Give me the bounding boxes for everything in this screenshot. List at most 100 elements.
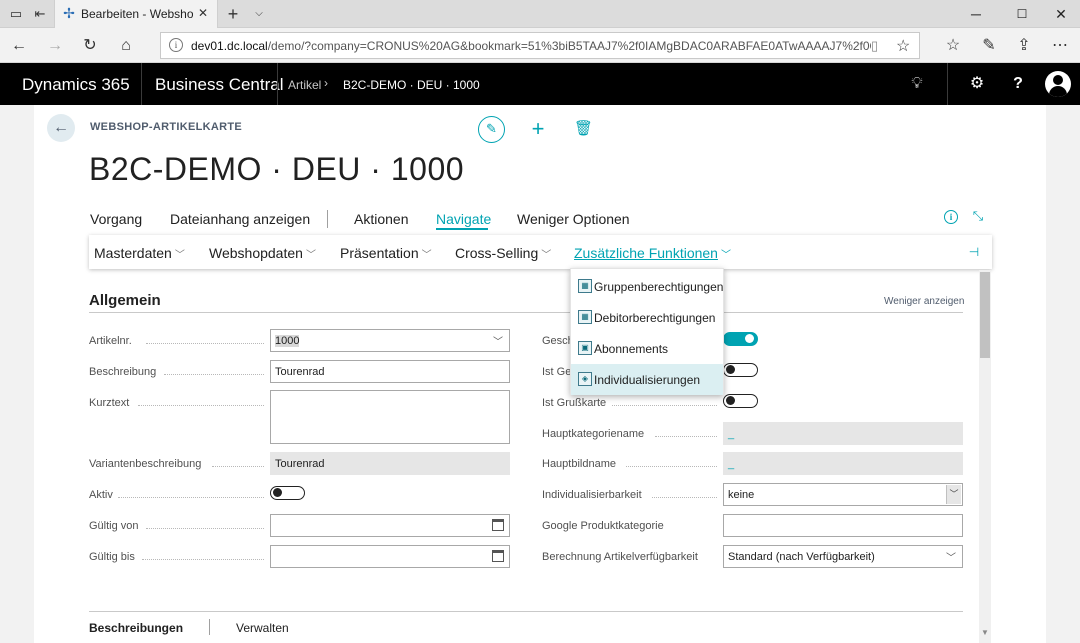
settings-gear-icon[interactable]: ⚙: [967, 74, 987, 94]
dropdown-item-individualisierungen[interactable]: ◈ Individualisierungen: [571, 364, 723, 395]
chevron-down-icon: ﹀: [541, 250, 552, 261]
ist-ge-toggle[interactable]: [723, 363, 758, 377]
edit-pencil-icon[interactable]: ✎: [478, 116, 505, 143]
scrollbar-thumb[interactable]: [980, 272, 990, 358]
menu-cross-selling[interactable]: Cross-Selling ﹀: [455, 245, 551, 261]
beschreibung-input[interactable]: Tourenrad: [270, 360, 510, 383]
chevron-down-icon: ﹀: [174, 250, 185, 261]
action-vorgang[interactable]: Vorgang: [90, 211, 142, 227]
page-caption: WEBSHOP-ARTIKELKARTE: [90, 121, 243, 133]
back-icon[interactable]: ←: [9, 36, 29, 56]
zusaetzliche-funktionen-dropdown: ▦ Gruppenberechtigungen ▦ Debitorberecht…: [570, 268, 724, 395]
individualisierbarkeit-select[interactable]: keine ﹀: [723, 483, 963, 506]
menu-webshopdaten[interactable]: Webshopdaten ﹀: [209, 245, 316, 261]
refresh-icon[interactable]: ↻: [80, 36, 100, 56]
scroll-down-icon[interactable]: ▼: [980, 628, 990, 638]
navigate-menu-bar: Masterdaten ﹀ Webshopdaten ﹀ Präsentation ﹀…: [89, 235, 992, 269]
chevron-down-icon: ﹀: [720, 250, 731, 261]
ist-grusskarte-toggle[interactable]: [723, 394, 758, 408]
kurztext-textarea[interactable]: [270, 390, 510, 444]
hauptbildname-field[interactable]: _: [723, 452, 963, 475]
chevron-down-icon[interactable]: ﹀: [946, 485, 961, 504]
label-variantenbeschreibung: Variantenbeschreibung: [89, 458, 202, 470]
chevron-down-icon: ﹀: [305, 250, 316, 261]
close-tab-icon[interactable]: ✕: [198, 6, 208, 20]
reading-view-icon[interactable]: ▯: [871, 38, 878, 54]
app-name[interactable]: Business Central: [155, 75, 284, 95]
maximize-icon[interactable]: ☐: [1012, 4, 1032, 24]
product-name[interactable]: Dynamics 365: [22, 75, 130, 95]
chevron-down-icon: ﹀: [421, 250, 432, 261]
dropdown-item-debitorberechtigungen[interactable]: ▦ Debitorberechtigungen: [571, 302, 723, 333]
favorite-star-icon[interactable]: ☆: [896, 36, 910, 56]
action-dateianhang[interactable]: Dateianhang anzeigen: [170, 211, 310, 227]
hauptkategoriename-field[interactable]: _: [723, 422, 963, 445]
back-arrow-icon[interactable]: ←: [47, 114, 75, 142]
dropdown-item-gruppenberechtigungen[interactable]: ▦ Gruppenberechtigungen: [571, 271, 723, 302]
chevron-down-icon: ﹀: [493, 337, 503, 348]
chevron-down-icon: ﹀: [946, 553, 956, 564]
section-divider: [89, 312, 963, 313]
delete-trash-icon[interactable]: 🗑︎: [574, 118, 593, 140]
menu-praesentation[interactable]: Präsentation ﹀: [340, 245, 432, 261]
action-weniger-optionen[interactable]: Weniger Optionen: [517, 211, 630, 227]
bottom-tab-divider: [209, 619, 210, 635]
show-less-link[interactable]: Weniger anzeigen: [884, 296, 964, 307]
calendar-icon[interactable]: [492, 550, 504, 562]
dropdown-item-abonnements[interactable]: ▣ Abonnements: [571, 333, 723, 364]
gueltig-von-date-input[interactable]: [270, 514, 510, 537]
favorites-hub-icon[interactable]: ☆: [943, 36, 963, 56]
breadcrumb-current: B2C-DEMO · DEU · 1000: [343, 78, 480, 92]
url-field[interactable]: i dev01.dc.local/demo/?company=CRONUS%20…: [160, 32, 920, 59]
action-divider: [327, 210, 328, 228]
active-tab-underline: [436, 228, 488, 230]
menu-masterdaten[interactable]: Masterdaten ﹀: [94, 245, 185, 261]
action-navigate[interactable]: Navigate: [436, 211, 491, 227]
url-text: dev01.dc.local/demo/?company=CRONUS%20AG…: [191, 39, 871, 53]
aktiv-toggle[interactable]: [270, 486, 305, 500]
label-hauptbildname: Hauptbildname: [542, 458, 616, 470]
user-avatar-icon[interactable]: [1045, 71, 1071, 97]
gesch-toggle[interactable]: [723, 332, 758, 346]
menu-zusaetzliche-funktionen[interactable]: Zusätzliche Funktionen ﹀: [574, 245, 731, 261]
share-icon[interactable]: ⇪: [1014, 36, 1034, 56]
label-aktiv: Aktiv: [89, 489, 113, 501]
more-icon[interactable]: ⋯: [1050, 36, 1070, 56]
collapse-icon[interactable]: ⤡: [970, 207, 986, 225]
forward-icon[interactable]: →: [45, 36, 65, 56]
section-verwalten[interactable]: Verwalten: [236, 621, 289, 635]
new-tab-icon[interactable]: +: [225, 5, 241, 23]
artikelnr-select[interactable]: 1000 ﹀: [270, 329, 510, 352]
calendar-icon[interactable]: [492, 519, 504, 531]
tag-icon: ◈: [578, 372, 592, 386]
pen-notes-icon[interactable]: ✎: [979, 36, 999, 56]
label-gueltig-von: Gültig von: [89, 520, 139, 532]
action-aktionen[interactable]: Aktionen: [354, 211, 408, 227]
help-icon[interactable]: ?: [1008, 74, 1028, 94]
google-produktkategorie-input[interactable]: [723, 514, 963, 537]
subscription-icon: ▣: [578, 341, 592, 355]
browser-tab-active[interactable]: ✢ Bearbeiten - Webshop-Ar ✕: [54, 0, 218, 28]
page-title: B2C-DEMO · DEU · 1000: [89, 151, 465, 187]
set-aside-tabs-icon[interactable]: ⇤: [32, 6, 48, 22]
section-beschreibungen[interactable]: Beschreibungen: [89, 621, 183, 635]
label-ist-grusskarte: Ist Grußkarte: [542, 397, 607, 409]
site-info-icon[interactable]: i: [169, 38, 183, 52]
label-individualisierbarkeit: Individualisierbarkeit: [542, 489, 642, 501]
info-icon[interactable]: i: [944, 210, 958, 224]
berechnung-artikelverfuegbarkeit-select[interactable]: Standard (nach Verfügbarkeit) ﹀: [723, 545, 963, 568]
tab-preview-chevron-icon[interactable]: ⌵: [251, 6, 267, 22]
bottom-divider: [89, 611, 963, 612]
minimize-icon[interactable]: ─: [966, 4, 986, 24]
tab-list-icon[interactable]: ▭: [8, 6, 24, 22]
window-close-icon[interactable]: ✕: [1051, 4, 1071, 24]
pin-icon[interactable]: ⊣: [966, 244, 982, 260]
section-title[interactable]: Allgemein: [89, 292, 161, 309]
lightbulb-icon[interactable]: 💡︎: [907, 74, 927, 94]
label-artikelnr: Artikelnr.: [89, 335, 132, 347]
breadcrumb-parent[interactable]: Artikel: [288, 78, 321, 92]
new-plus-icon[interactable]: +: [528, 117, 548, 141]
gueltig-bis-date-input[interactable]: [270, 545, 510, 568]
breadcrumb-chevron-icon: ›: [324, 76, 328, 90]
home-icon[interactable]: ⌂: [116, 36, 136, 56]
